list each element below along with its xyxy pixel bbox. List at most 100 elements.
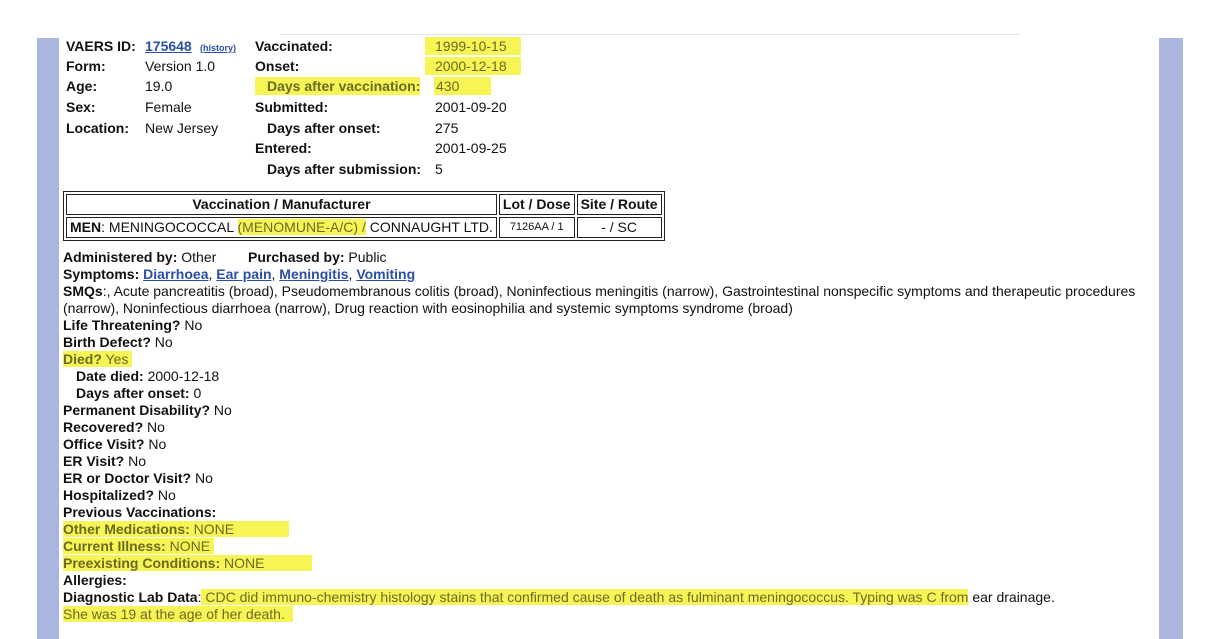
history-link[interactable]: (history): [200, 39, 236, 57]
other-medications-value: NONE: [189, 521, 235, 537]
died-days-after-onset-label: Days after onset:: [76, 385, 190, 401]
other-medications-line: Other Medications: NONE: [63, 521, 1153, 538]
days-after-submission-label: Days after submission:: [267, 161, 422, 177]
died-line: Died? Yes: [63, 351, 1153, 368]
er-doctor-line: ER or Doctor Visit? No: [63, 470, 1153, 487]
administered-value: Other: [177, 249, 217, 265]
other-medications-highlight: Other Medications: NONE: [63, 521, 290, 537]
birth-defect-label: Birth Defect?: [63, 334, 151, 350]
recovered-label: Recovered?: [63, 419, 144, 435]
location-label: Location:: [66, 120, 129, 136]
days-after-vaccination-label: Days after vaccination:: [255, 77, 421, 95]
symptom-link-diarrhoea[interactable]: Diarrhoea: [143, 266, 208, 282]
life-threatening-value: No: [180, 317, 203, 333]
er-doctor-value: No: [191, 470, 213, 486]
life-threatening-label: Life Threatening?: [63, 317, 181, 333]
form-value: Version 1.0: [145, 58, 216, 74]
birth-defect-value: No: [150, 334, 173, 350]
vaccine-table: Vaccination / Manufacturer Lot / Dose Si…: [63, 191, 665, 241]
lab-data-highlight: CDC did immuno-chemistry histology stain…: [201, 589, 969, 605]
smqs-line: SMQs:, Acute pancreatitis (broad), Pseud…: [63, 283, 1153, 317]
current-illness-highlight: Current Illness: NONE: [63, 538, 215, 554]
died-value: Yes: [101, 351, 129, 367]
lab-data-label: Diagnostic Lab Data: [63, 589, 198, 605]
table-row: MEN: MENINGOCOCCAL (MENOMUNE-A/C) / CONN…: [66, 217, 662, 238]
er-visit-value: No: [124, 453, 146, 469]
vaers-id-label: VAERS ID:: [66, 38, 136, 54]
left-side-bar: [37, 38, 59, 639]
days-after-submission-value: 5: [435, 161, 443, 177]
submitted-label: Submitted:: [255, 99, 329, 115]
report-panel: VAERS ID: 175648 (history) Form: Version…: [59, 36, 1159, 639]
symptoms-line: Symptoms: Diarrhoea, Ear pain, Meningiti…: [63, 266, 416, 282]
form-label: Form:: [66, 58, 106, 74]
office-visit-line: Office Visit? No: [63, 436, 1153, 453]
lab-data-line: Diagnostic Lab Data: CDC did immuno-chem…: [63, 589, 1153, 606]
vaccine-brand: (MENOMUNE-A/C) /: [237, 219, 366, 235]
days-after-onset-label: Days after onset:: [267, 120, 381, 136]
lab-data-continued: She was 19 at the age of her death.: [63, 606, 293, 622]
date-died-value: 2000-12-18: [143, 368, 220, 384]
submitted-value: 2001-09-20: [435, 99, 507, 115]
office-visit-value: No: [144, 436, 167, 452]
recovered-value: No: [143, 419, 165, 435]
symptom-link-ear-pain[interactable]: Ear pain: [216, 266, 271, 282]
date-died-label: Date died:: [76, 368, 144, 384]
lab-data-rest: ear drainage.: [968, 589, 1055, 605]
office-visit-label: Office Visit?: [63, 436, 145, 452]
symptom-link-vomiting[interactable]: Vomiting: [356, 266, 415, 282]
preexisting-line: Preexisting Conditions: NONE: [63, 555, 1153, 572]
current-illness-line: Current Illness: NONE: [63, 538, 1153, 555]
smqs-value: :, Acute pancreatitis (broad), Pseudomem…: [63, 283, 1136, 316]
previous-vaccinations-line: Previous Vaccinations:: [63, 504, 1153, 521]
purchased-value: Public: [344, 249, 387, 265]
vaccine-cell: MEN: MENINGOCOCCAL (MENOMUNE-A/C) / CONN…: [66, 217, 497, 238]
died-highlight: Died? Yes: [63, 351, 133, 367]
vaccine-code: MEN: [70, 219, 102, 235]
symptom-link-meningitis[interactable]: Meningitis: [279, 266, 348, 282]
onset-value: 2000-12-18: [425, 57, 521, 75]
header-site-route: Site / Route: [576, 194, 662, 215]
other-medications-label: Other Medications:: [63, 521, 190, 537]
lab-data-line-2: She was 19 at the age of her death.: [63, 606, 1153, 623]
allergies-label: Allergies:: [63, 572, 127, 588]
entered-value: 2001-09-25: [435, 140, 507, 156]
hospitalized-label: Hospitalized?: [63, 487, 155, 503]
onset-label: Onset:: [255, 58, 300, 74]
site-route-cell: - / SC: [576, 217, 662, 238]
current-illness-value: NONE: [165, 538, 211, 554]
died-label: Died?: [63, 351, 102, 367]
preexisting-value: NONE: [220, 555, 265, 571]
entered-label: Entered:: [255, 140, 312, 156]
er-doctor-label: ER or Doctor Visit?: [63, 470, 192, 486]
recovered-line: Recovered? No: [63, 419, 1153, 436]
vaccinated-value: 1999-10-15: [425, 37, 521, 55]
administered-line: Administered by: Other Purchased by: Pub…: [63, 249, 1153, 266]
days-after-onset-value: 275: [435, 120, 459, 136]
location-value: New Jersey: [145, 120, 219, 136]
age-value: 19.0: [145, 78, 173, 94]
died-days-after-onset-value: 0: [189, 385, 202, 401]
age-label: Age:: [66, 78, 98, 94]
top-divider: [280, 34, 1020, 35]
disability-value: No: [210, 402, 232, 418]
sex-label: Sex:: [66, 99, 96, 115]
hospitalized-value: No: [154, 487, 176, 503]
vaccine-name: : MENINGOCOCCAL: [101, 219, 238, 235]
preexisting-highlight: Preexisting Conditions: NONE: [63, 555, 313, 571]
allergies-line: Allergies:: [63, 572, 1153, 589]
er-visit-line: ER Visit? No: [63, 453, 1153, 470]
life-threatening-line: Life Threatening? No: [63, 317, 1153, 334]
symptoms-label: Symptoms:: [63, 266, 140, 282]
details-section: Administered by: Other Purchased by: Pub…: [63, 249, 1153, 623]
vaers-id-link[interactable]: 175648: [145, 37, 192, 55]
header-vaccination-manufacturer: Vaccination / Manufacturer: [66, 194, 497, 215]
purchased-label: Purchased by:: [248, 249, 345, 265]
vaccinated-label: Vaccinated:: [255, 38, 333, 54]
administered-label: Administered by:: [63, 249, 178, 265]
date-died-line: Date died: 2000-12-18: [63, 368, 1153, 385]
sex-value: Female: [145, 99, 192, 115]
birth-defect-line: Birth Defect? No: [63, 334, 1153, 351]
right-side-bar: [1159, 38, 1183, 639]
header-lot-dose: Lot / Dose: [498, 194, 575, 215]
